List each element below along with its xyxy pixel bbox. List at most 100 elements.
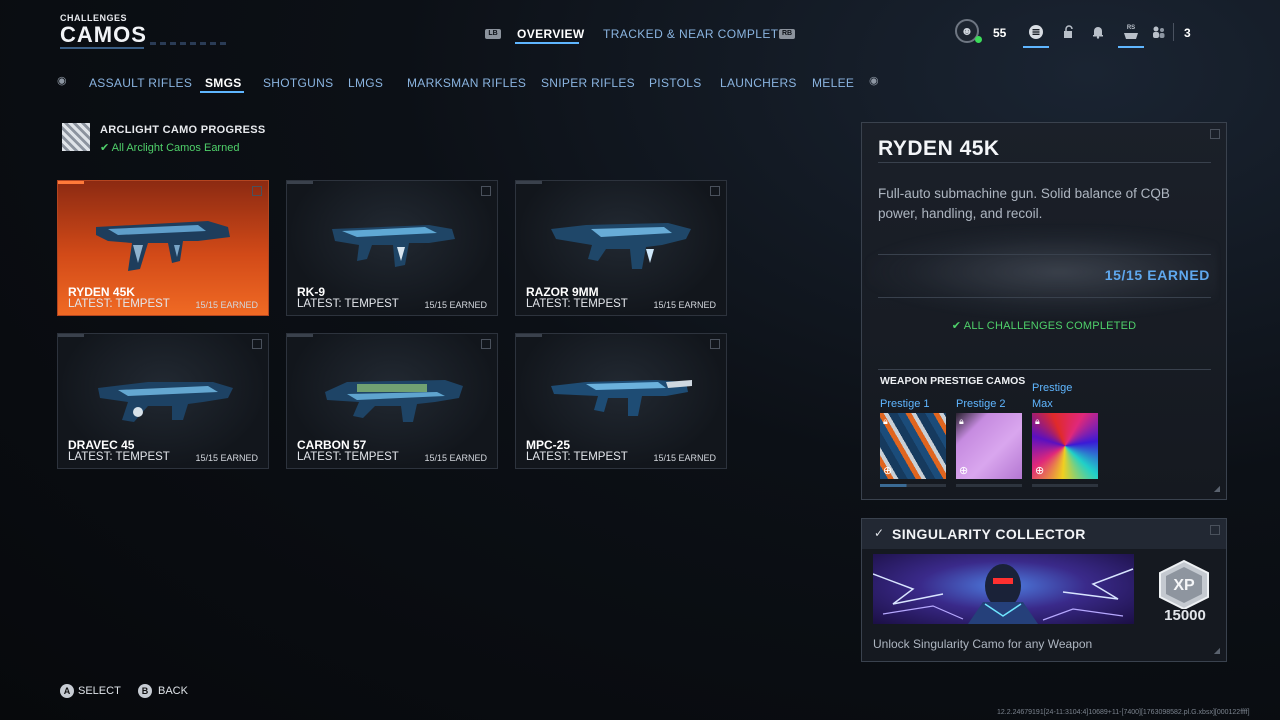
weapon-image [96, 221, 230, 271]
menu-underline [1023, 46, 1049, 48]
challenge-panel[interactable]: ✓ SINGULARITY COLLECTOR XP 15000 Unlock … [861, 518, 1227, 662]
lock-icon[interactable] [1059, 22, 1079, 42]
weapon-card-ryden-45k[interactable]: RYDEN 45K LATEST: TEMPEST 15/15 EARNED [57, 180, 269, 316]
prestige-1-camo[interactable]: 🔒︎ ⊕ [880, 413, 946, 479]
card-corner-icon [252, 339, 262, 349]
prestige-max-label: Prestige Max [1032, 382, 1073, 410]
card-progress-bar [287, 181, 313, 184]
rs-controller-icon[interactable]: RS [1121, 22, 1141, 42]
prestige-1-progress [880, 484, 946, 487]
svg-text:RS: RS [1127, 25, 1135, 31]
lock-icon: 🔒︎ [1035, 416, 1040, 426]
card-corner-icon [481, 339, 491, 349]
nav-right-icon[interactable]: ◉ [869, 74, 879, 87]
check-icon: ✔ [100, 142, 110, 154]
friends-icon[interactable] [1149, 22, 1169, 42]
lock-icon: 🔒︎ [959, 416, 964, 426]
challenges-status-text: ALL CHALLENGES COMPLETED [963, 320, 1137, 332]
weapon-image [98, 382, 233, 422]
weapon-image [551, 223, 691, 269]
panel-corner-icon [1210, 525, 1220, 535]
weapon-name: MPC-25 [526, 438, 571, 452]
select-label[interactable]: SELECT [78, 685, 121, 697]
weapon-latest-camo: LATEST: TEMPEST [526, 298, 628, 310]
prestige-heading: WEAPON PRESTIGE CAMOS [880, 375, 1026, 387]
prestige-2-progress [956, 484, 1022, 487]
title-underline [60, 47, 144, 49]
tab-overview-underline [515, 42, 579, 44]
weapon-earned: 15/15 EARNED [653, 453, 716, 463]
weapon-earned: 15/15 EARNED [424, 453, 487, 463]
back-label[interactable]: BACK [158, 685, 188, 697]
tab-tracked-near-complete[interactable]: TRACKED & NEAR COMPLETE [603, 27, 787, 41]
weapon-card-carbon-57[interactable]: CARBON 57 LATEST: TEMPEST 15/15 EARNED [286, 333, 498, 469]
singularity-camo-image [873, 554, 1134, 624]
category-lmgs[interactable]: LMGS [348, 76, 383, 90]
category-smgs[interactable]: SMGS [205, 76, 242, 90]
lb-bumper-icon[interactable]: LB [485, 29, 501, 39]
arclight-status-text: All Arclight Camos Earned [111, 142, 240, 154]
weapon-card-rk-9[interactable]: RK-9 LATEST: TEMPEST 15/15 EARNED [286, 180, 498, 316]
category-melee[interactable]: MELEE [812, 76, 854, 90]
rb-bumper-icon[interactable]: RB [779, 29, 795, 39]
prestige-2-camo[interactable]: 🔒︎ ⊕ [956, 413, 1022, 479]
card-corner-icon [252, 186, 262, 196]
card-corner-icon [481, 186, 491, 196]
weapon-latest-camo: LATEST: TEMPEST [68, 298, 170, 310]
detail-title: RYDEN 45K [878, 137, 1000, 160]
bell-icon[interactable] [1088, 22, 1108, 42]
title-divider [878, 162, 1211, 163]
card-corner-icon [710, 339, 720, 349]
weapon-latest-camo: LATEST: TEMPEST [526, 451, 628, 463]
challenge-description: Unlock Singularity Camo for any Weapon [873, 637, 1093, 651]
card-progress-bar [516, 334, 542, 337]
weapon-name: RAZOR 9MM [526, 285, 599, 299]
prestige-2-label: Prestige 2 [956, 398, 1006, 410]
arclight-title: ARCLIGHT CAMO PROGRESS [100, 124, 266, 136]
weapon-earned: 15/15 EARNED [653, 300, 716, 310]
panel-resize-icon: ◢ [1213, 484, 1220, 493]
weapon-detail-panel: RYDEN 45K Full-auto submachine gun. Soli… [861, 122, 1227, 500]
category-launchers[interactable]: LAUNCHERS [720, 76, 797, 90]
category-shotguns[interactable]: SHOTGUNS [263, 76, 333, 90]
weapon-earned: 15/15 EARNED [424, 300, 487, 310]
card-progress-bar [287, 334, 313, 337]
category-assault-rifles[interactable]: ASSAULT RIFLES [89, 76, 192, 90]
tab-overview[interactable]: OVERVIEW [517, 27, 585, 41]
divider [1173, 23, 1174, 41]
online-status-icon [975, 36, 982, 43]
category-sniper-rifles[interactable]: SNIPER RIFLES [541, 76, 635, 90]
status-divider [878, 369, 1211, 370]
prestige-max-camo[interactable]: 🔒︎ ⊕ [1032, 413, 1098, 479]
weapon-card-razor-9mm[interactable]: RAZOR 9MM LATEST: TEMPEST 15/15 EARNED [515, 180, 727, 316]
check-icon: ✔ [951, 320, 964, 332]
detail-description: Full-auto submachine gun. Solid balance … [878, 186, 1170, 221]
weapon-latest-camo: LATEST: TEMPEST [297, 298, 399, 310]
weapon-image [325, 380, 463, 422]
weapon-name: RYDEN 45K [68, 285, 135, 299]
weapon-name: CARBON 57 [297, 438, 367, 452]
xp-value: 15000 [1164, 607, 1206, 624]
card-progress-bar [58, 181, 84, 184]
category-smgs-underline [200, 91, 244, 93]
card-progress-bar [58, 334, 84, 337]
weapon-earned: 15/15 EARNED [195, 453, 258, 463]
card-corner-icon [710, 186, 720, 196]
nav-left-icon[interactable]: ◉ [57, 74, 67, 87]
weapon-image [332, 225, 455, 267]
weapon-name: RK-9 [297, 285, 326, 299]
weapon-card-dravec-45[interactable]: DRAVEC 45 LATEST: TEMPEST 15/15 EARNED [57, 333, 269, 469]
card-progress-bar [516, 181, 542, 184]
menu-icon[interactable] [1026, 22, 1046, 42]
category-pistols[interactable]: PISTOLS [649, 76, 702, 90]
weapon-card-mpc-25[interactable]: MPC-25 LATEST: TEMPEST 15/15 EARNED [515, 333, 727, 469]
reticle-icon: ⊕ [883, 465, 893, 477]
weapon-earned: 15/15 EARNED [195, 300, 258, 310]
lock-icon: 🔒︎ [883, 416, 888, 426]
b-button-icon[interactable]: B [138, 684, 152, 698]
a-button-icon[interactable]: A [60, 684, 74, 698]
earned-divider [878, 297, 1211, 298]
category-marksman-rifles[interactable]: MARKSMAN RIFLES [407, 76, 526, 90]
rs-underline [1118, 46, 1144, 48]
weapon-name: DRAVEC 45 [68, 438, 135, 452]
